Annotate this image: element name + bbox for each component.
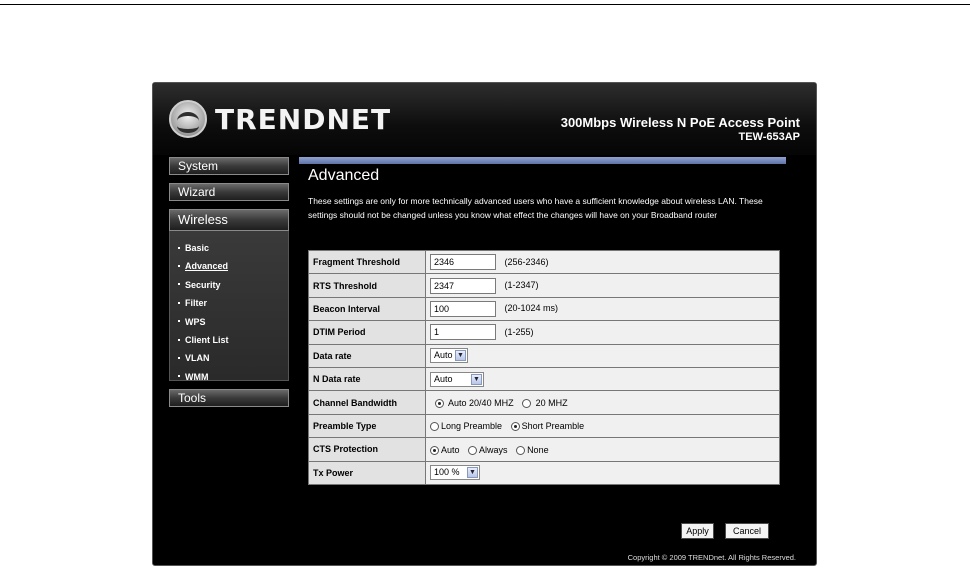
advanced-settings-table: Fragment Threshold (256-2346) RTS Thresh…	[308, 249, 780, 485]
bullet-icon	[178, 301, 180, 304]
setting-value-cell: (20-1024 ms)	[425, 296, 780, 322]
radio-unselected-icon[interactable]	[516, 445, 526, 455]
setting-value-cell: Auto Always None	[425, 437, 780, 462]
content-panel: Advanced These settings are only for mor…	[299, 157, 786, 553]
setting-value-cell: (256-2346)	[425, 249, 780, 275]
nav-wireless-button[interactable]: Wireless	[169, 209, 289, 231]
bullet-icon	[178, 338, 180, 341]
setting-value-cell: (1-255)	[425, 320, 780, 345]
setting-label: CTS Protection	[308, 437, 426, 462]
submenu-item-security[interactable]: Security	[178, 276, 288, 294]
setting-row-cts-protection: CTS Protection Auto Always None	[308, 437, 780, 462]
setting-label: N Data rate	[308, 366, 426, 392]
setting-row-dtim-period: DTIM Period (1-255)	[308, 320, 780, 345]
submenu-item-advanced[interactable]: Advanced	[178, 257, 288, 275]
brand-logo: TRENDNET	[169, 97, 391, 141]
setting-value-cell: Auto ▼	[425, 343, 780, 368]
nav-tools-button[interactable]: Tools	[169, 389, 289, 407]
nav-wizard-button[interactable]: Wizard	[169, 183, 289, 201]
cancel-button[interactable]: Cancel	[725, 523, 769, 539]
header: TRENDNET 300Mbps Wireless N PoE Access P…	[153, 83, 816, 155]
product-info: 300Mbps Wireless N PoE Access Point TEW-…	[561, 115, 800, 143]
bullet-icon	[178, 246, 180, 249]
product-model: TEW-653AP	[738, 131, 800, 143]
bullet-icon	[178, 283, 180, 286]
fragment-threshold-range: (256-2346)	[504, 256, 549, 267]
tx-power-select[interactable]: 100 % ▼	[430, 465, 480, 481]
beacon-interval-range: (20-1024 ms)	[504, 303, 559, 314]
setting-row-channel-bandwidth: Channel Bandwidth Auto 20/40 MHZ 20 MHZ	[308, 390, 780, 415]
setting-value-cell: 100 % ▼	[425, 460, 780, 485]
setting-row-preamble-type: Preamble Type Long Preamble Short Preamb…	[308, 413, 780, 439]
setting-row-rts-threshold: RTS Threshold (1-2347)	[308, 273, 780, 298]
setting-label: DTIM Period	[308, 320, 426, 345]
page-title: Advanced	[308, 167, 380, 184]
rts-threshold-input[interactable]	[430, 277, 496, 294]
rts-threshold-range: (1-2347)	[504, 279, 539, 290]
nav-system-button[interactable]: System	[169, 157, 289, 175]
bullet-icon	[178, 375, 180, 378]
data-rate-select[interactable]: Auto ▼	[430, 348, 468, 364]
radio-unselected-icon[interactable]	[522, 398, 532, 408]
setting-label: Data rate	[308, 343, 426, 368]
radio-selected-icon[interactable]	[430, 445, 439, 455]
setting-value-cell: (1-2347)	[425, 273, 780, 298]
setting-row-n-data-rate: N Data rate Auto ▼	[308, 366, 780, 392]
router-admin-frame: TRENDNET 300Mbps Wireless N PoE Access P…	[152, 82, 817, 566]
dtim-period-range: (1-255)	[504, 326, 534, 337]
cts-option-auto[interactable]: Auto	[430, 445, 460, 455]
submenu-item-filter[interactable]: Filter	[178, 294, 288, 312]
n-data-rate-select[interactable]: Auto ▼	[430, 371, 484, 387]
setting-row-fragment-threshold: Fragment Threshold (256-2346)	[308, 249, 780, 275]
radio-selected-icon[interactable]	[435, 398, 445, 408]
fragment-threshold-input[interactable]	[430, 254, 496, 271]
setting-value-cell: Long Preamble Short Preamble	[425, 413, 780, 439]
submenu-item-client-list[interactable]: Client List	[178, 331, 288, 349]
setting-value-cell: Auto 20/40 MHZ 20 MHZ	[425, 390, 780, 415]
setting-label: RTS Threshold	[308, 273, 426, 298]
sidebar-nav: System Wizard Wireless Basic Advanced Se…	[169, 157, 289, 415]
setting-row-data-rate: Data rate Auto ▼	[308, 343, 780, 368]
dtim-period-input[interactable]	[430, 324, 496, 341]
chevron-down-icon: ▼	[471, 373, 482, 385]
bandwidth-option-20[interactable]: 20 MHZ	[522, 398, 568, 408]
radio-unselected-icon[interactable]	[468, 445, 478, 455]
apply-button[interactable]: Apply	[681, 523, 714, 539]
product-name: 300Mbps Wireless N PoE Access Point	[560, 115, 800, 130]
radio-unselected-icon[interactable]	[430, 422, 439, 432]
preamble-option-short[interactable]: Short Preamble	[510, 421, 584, 432]
wireless-submenu: Basic Advanced Security Filter WPS Clien…	[169, 231, 289, 382]
setting-value-cell: Auto ▼	[425, 366, 780, 392]
setting-label: Channel Bandwidth	[308, 390, 426, 415]
bandwidth-option-auto[interactable]: Auto 20/40 MHZ	[430, 398, 514, 408]
copyright-text: Copyright © 2009 TRENDnet. All Rights Re…	[627, 553, 796, 562]
chevron-down-icon: ▼	[455, 350, 466, 362]
setting-row-beacon-interval: Beacon Interval (20-1024 ms)	[308, 296, 780, 322]
content-title-bar	[299, 157, 786, 164]
setting-label: Fragment Threshold	[308, 249, 426, 275]
page-description: These settings are only for more technic…	[308, 196, 763, 220]
submenu-item-wmm[interactable]: WMM	[178, 368, 288, 386]
submenu-item-wps[interactable]: WPS	[178, 313, 288, 331]
trendnet-logo-icon	[169, 100, 207, 138]
bullet-icon	[178, 356, 180, 359]
cts-option-none[interactable]: None	[516, 445, 549, 455]
bullet-icon	[178, 320, 180, 323]
beacon-interval-input[interactable]	[430, 300, 496, 317]
submenu-item-vlan[interactable]: VLAN	[178, 349, 288, 367]
page-top-rule	[0, 4, 970, 5]
setting-label: Beacon Interval	[308, 296, 426, 322]
chevron-down-icon: ▼	[467, 467, 478, 479]
preamble-option-long[interactable]: Long Preamble	[430, 421, 502, 432]
cts-option-always[interactable]: Always	[468, 445, 508, 455]
setting-label: Tx Power	[308, 460, 426, 485]
brand-name: TRENDNET	[215, 102, 392, 136]
bullet-icon	[178, 265, 180, 268]
setting-label: Preamble Type	[308, 413, 426, 439]
setting-row-tx-power: Tx Power 100 % ▼	[308, 460, 780, 485]
submenu-item-basic[interactable]: Basic	[178, 239, 288, 257]
radio-selected-icon[interactable]	[510, 422, 520, 432]
